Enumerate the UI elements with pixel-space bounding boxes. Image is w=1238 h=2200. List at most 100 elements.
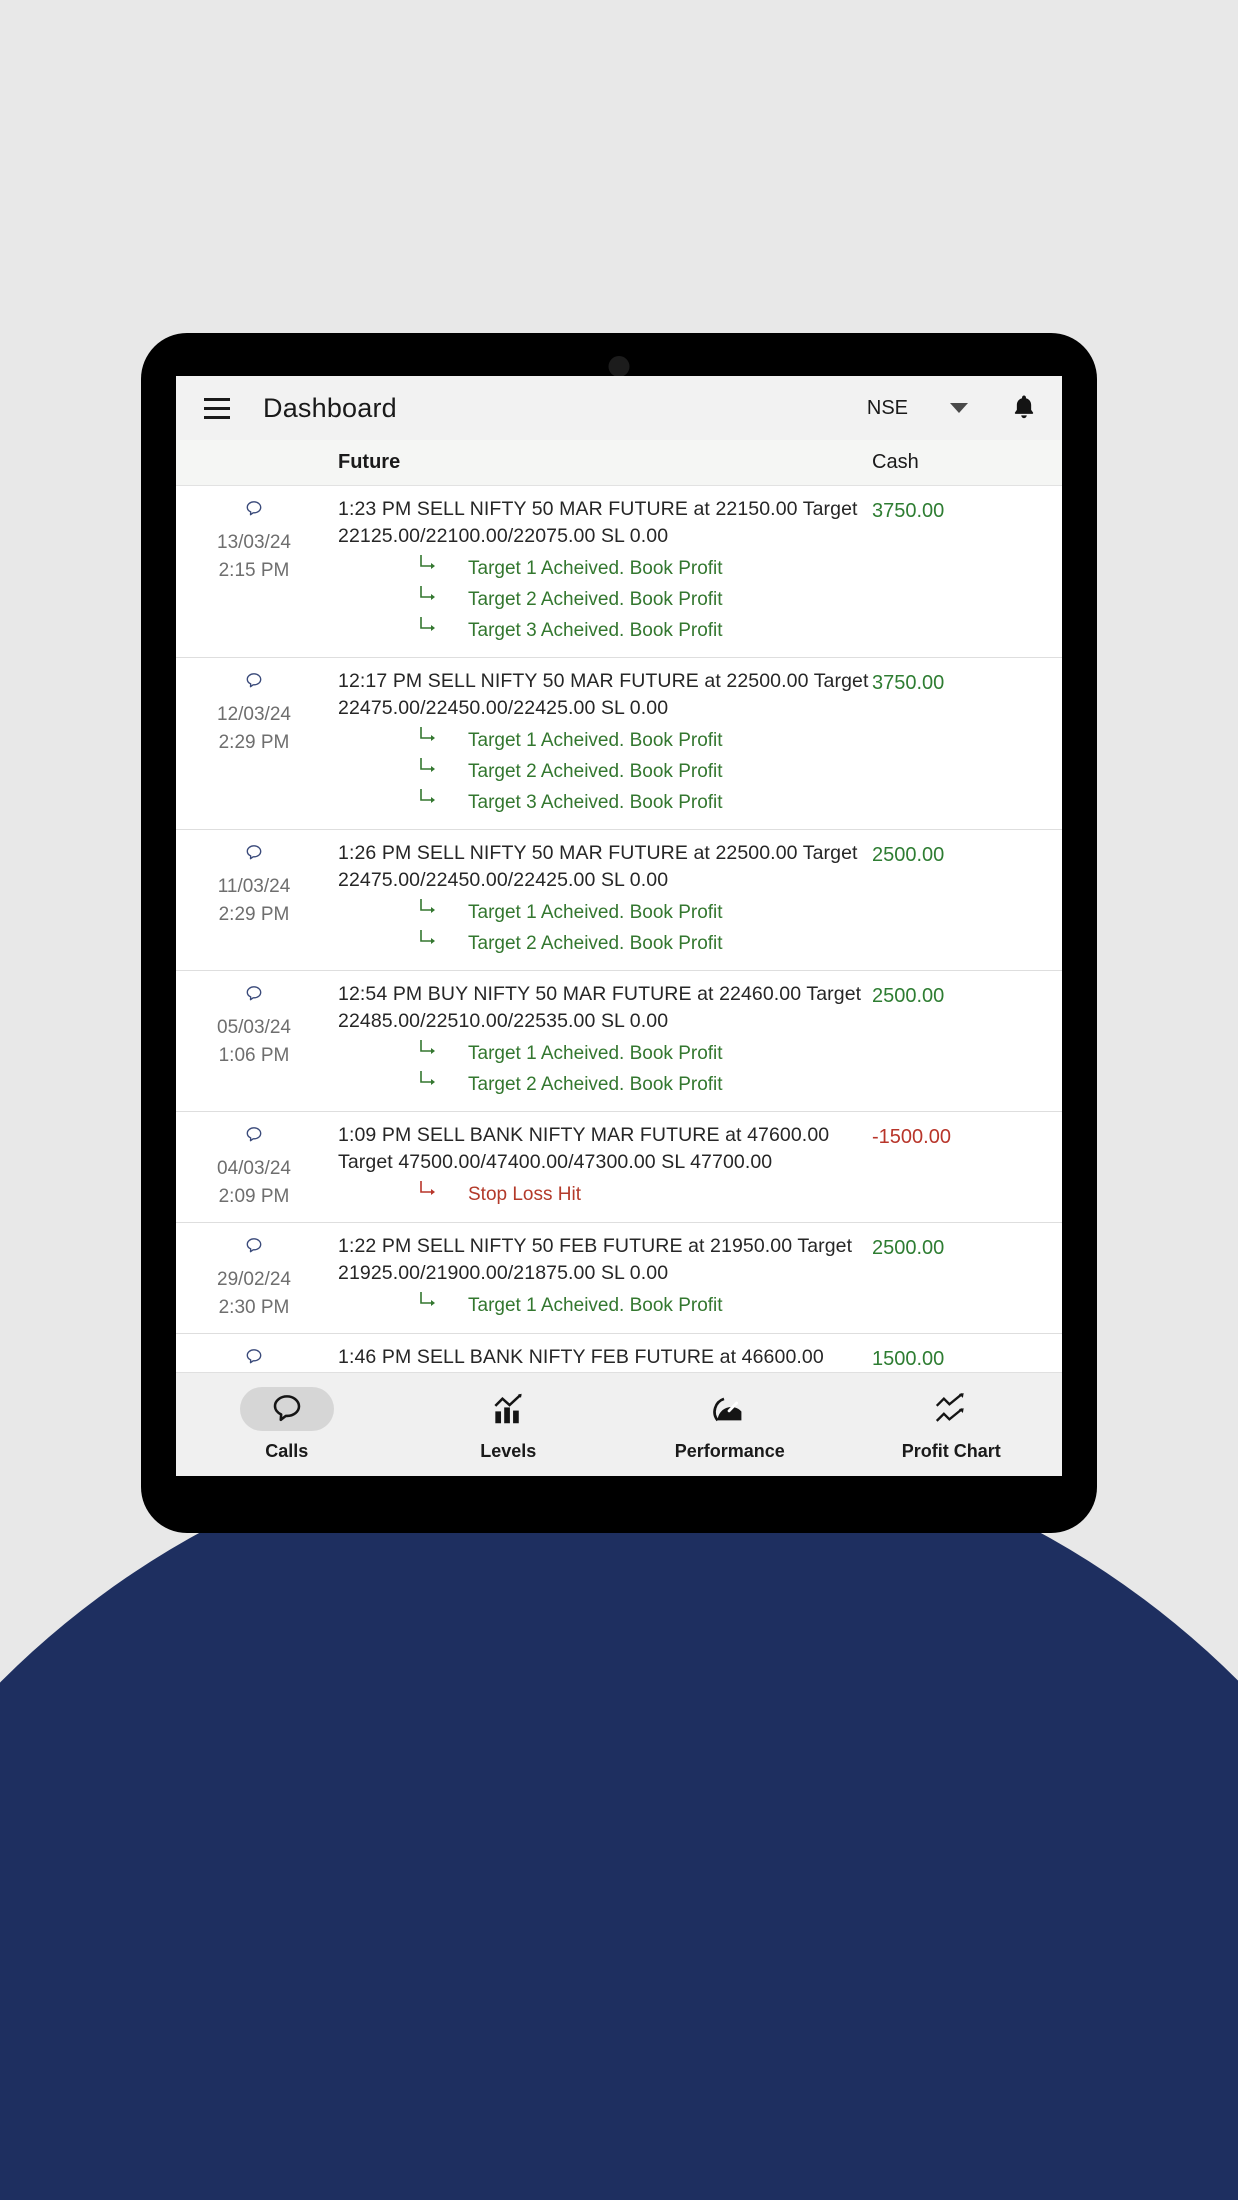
bell-icon[interactable] xyxy=(1008,392,1040,424)
trade-date: 11/03/24 xyxy=(217,876,291,897)
trade-amount-cell: 3750.00 xyxy=(872,496,1062,646)
trade-detail-cell: 1:23 PM SELL NIFTY 50 MAR FUTURE at 2215… xyxy=(332,496,872,646)
chat-bubble-icon[interactable] xyxy=(243,1346,265,1372)
table-row[interactable]: 04/03/24 2:09 PM 1:09 PM SELL BANK NIFTY M… xyxy=(176,1112,1062,1223)
table-row[interactable]: 13/03/24 2:15 PM 1:23 PM SELL NIFTY 50 MAR… xyxy=(176,486,1062,658)
column-header-cash: Cash xyxy=(872,451,919,473)
trade-event: Target 1 Acheived. Book Profit xyxy=(338,725,872,756)
trade-event: Stop Loss Hit xyxy=(338,1179,872,1210)
nav-item-label: Calls xyxy=(265,1441,309,1461)
bar-chart-icon[interactable] xyxy=(461,1387,555,1431)
trade-time: 2:15 PM xyxy=(218,560,290,581)
corner-arrow-icon xyxy=(418,756,440,787)
nav-item-profit-chart[interactable]: Profit Chart xyxy=(841,1387,1063,1462)
trade-time: 2:30 PM xyxy=(218,1297,290,1318)
chat-bubble-icon[interactable] xyxy=(243,498,265,525)
table-row[interactable]: 11/03/24 2:29 PM 1:26 PM SELL NIFTY 50 MAR… xyxy=(176,830,1062,971)
tablet-screen: Dashboard NSE Future Cash 13/03/24 2:15 … xyxy=(176,376,1062,1476)
bottom-navigation-bar: Calls Levels Performance Profit Chart xyxy=(176,1372,1062,1476)
nav-item-levels[interactable]: Levels xyxy=(398,1387,620,1462)
trade-amount: 2500.00 xyxy=(872,844,945,866)
trade-event: Target 2 Acheived. Book Profit xyxy=(338,756,872,787)
table-row[interactable]: 29/02/24 2:30 PM 1:22 PM SELL NIFTY 50 FEB… xyxy=(176,1223,1062,1334)
front-camera-icon xyxy=(608,356,630,377)
trade-amount-cell: -1500.00 xyxy=(872,1122,1062,1211)
trade-amount-cell: 3750.00 xyxy=(872,668,1062,818)
line-chart-icon[interactable] xyxy=(904,1387,998,1431)
trade-call-list[interactable]: 13/03/24 2:15 PM 1:23 PM SELL NIFTY 50 MAR… xyxy=(176,486,1062,1372)
trade-event: Target 1 Acheived. Book Profit xyxy=(338,553,872,584)
trade-detail-cell: 1:09 PM SELL BANK NIFTY MAR FUTURE at 47… xyxy=(332,1122,872,1211)
trade-amount: 3750.00 xyxy=(872,500,945,522)
trade-event-list: Target 1 Acheived. Book Profit Target 2 A… xyxy=(338,1038,872,1100)
trade-event: Target 3 Acheived. Book Profit xyxy=(338,787,872,818)
trade-detail-cell: 1:22 PM SELL NIFTY 50 FEB FUTURE at 2195… xyxy=(332,1233,872,1322)
corner-arrow-icon xyxy=(418,897,440,928)
nav-item-calls[interactable]: Calls xyxy=(176,1387,398,1462)
column-header-future: Future xyxy=(338,451,401,473)
trade-date-cell: 05/03/24 1:06 PM xyxy=(176,981,332,1100)
corner-arrow-icon xyxy=(418,615,440,646)
trade-amount-cell: 2500.00 xyxy=(872,1233,1062,1322)
trade-description: 1:26 PM SELL NIFTY 50 MAR FUTURE at 2250… xyxy=(338,842,858,891)
trade-date: 29/02/24 xyxy=(217,1269,291,1290)
trade-time: 2:09 PM xyxy=(218,1186,290,1207)
nav-item-label: Performance xyxy=(674,1441,785,1461)
trade-time: 2:29 PM xyxy=(218,732,290,753)
trade-event: Target 3 Acheived. Book Profit xyxy=(338,615,872,646)
trade-event: Target 2 Acheived. Book Profit xyxy=(338,1069,872,1100)
trade-date: 05/03/24 xyxy=(217,1017,291,1038)
trade-event: Target 2 Acheived. Book Profit xyxy=(338,928,872,959)
trade-amount: 3750.00 xyxy=(872,672,945,694)
trade-amount-cell: 2500.00 xyxy=(872,840,1062,959)
trade-detail-cell: 12:17 PM SELL NIFTY 50 MAR FUTURE at 225… xyxy=(332,668,872,818)
hamburger-menu-icon[interactable] xyxy=(196,387,238,429)
nav-item-label: Levels xyxy=(480,1441,537,1461)
trade-date-cell: 04/03/24 2:09 PM xyxy=(176,1122,332,1211)
corner-arrow-icon xyxy=(418,928,440,959)
trade-date: 12/03/24 xyxy=(217,704,291,725)
page-title: Dashboard xyxy=(263,392,397,423)
trade-amount: 1500.00 xyxy=(872,1348,945,1370)
trade-event-label: Target 2 Acheived. Book Profit xyxy=(468,1073,723,1095)
trade-event-list: Stop Loss Hit xyxy=(338,1179,872,1210)
table-row[interactable]: 12/03/24 2:29 PM 12:17 PM SELL NIFTY 50 MA… xyxy=(176,658,1062,830)
chat-bubble-icon[interactable] xyxy=(239,1387,334,1431)
nav-item-label: Profit Chart xyxy=(901,1441,1001,1461)
corner-arrow-icon xyxy=(418,1290,440,1321)
table-column-header: Future Cash xyxy=(176,440,1062,486)
chat-bubble-icon[interactable] xyxy=(243,670,265,697)
corner-arrow-icon xyxy=(418,584,440,615)
trade-event-label: Target 1 Acheived. Book Profit xyxy=(468,901,723,923)
trade-date: 04/03/24 xyxy=(217,1158,291,1179)
trade-description: 1:22 PM SELL NIFTY 50 FEB FUTURE at 2195… xyxy=(338,1235,853,1284)
nav-item-performance[interactable]: Performance xyxy=(619,1387,841,1462)
trade-event-list: Target 1 Acheived. Book Profit xyxy=(338,1290,872,1321)
trade-time: 1:06 PM xyxy=(218,1045,290,1066)
corner-arrow-icon xyxy=(418,1069,440,1100)
table-row[interactable]: 05/03/24 1:06 PM 12:54 PM BUY NIFTY 50 MAR… xyxy=(176,971,1062,1112)
chevron-down-icon xyxy=(950,403,968,413)
trade-date-cell: 12/03/24 2:29 PM xyxy=(176,668,332,818)
chat-bubble-icon[interactable] xyxy=(243,1235,265,1262)
trade-event-label: Target 1 Acheived. Book Profit xyxy=(468,1294,723,1316)
trade-event-list: Target 1 Acheived. Book Profit Target 2 A… xyxy=(338,553,872,646)
trade-time: 2:29 PM xyxy=(218,904,290,925)
chat-bubble-icon[interactable] xyxy=(243,1124,265,1151)
chat-bubble-icon[interactable] xyxy=(243,983,265,1010)
app-bar: Dashboard NSE xyxy=(176,376,1062,440)
trade-date-cell: 27/02/241:55 PM xyxy=(176,1344,332,1372)
trade-detail-cell: 12:54 PM BUY NIFTY 50 MAR FUTURE at 2246… xyxy=(332,981,872,1100)
exchange-dropdown[interactable]: NSE xyxy=(867,397,968,420)
table-row[interactable]: 27/02/241:55 PM 1:46 PM SELL BANK NIFTY F… xyxy=(176,1334,1062,1372)
trade-event-label: Stop Loss Hit xyxy=(468,1183,581,1205)
trade-description: 1:09 PM SELL BANK NIFTY MAR FUTURE at 47… xyxy=(338,1124,830,1173)
trade-event-list: Target 1 Acheived. Book Profit Target 2 A… xyxy=(338,725,872,818)
trade-amount: 2500.00 xyxy=(872,985,945,1007)
trade-event-label: Target 1 Acheived. Book Profit xyxy=(468,729,723,751)
speedometer-icon[interactable] xyxy=(683,1387,777,1431)
chat-bubble-icon[interactable] xyxy=(243,842,265,869)
corner-arrow-icon xyxy=(418,1038,440,1069)
trade-amount-cell: 1500.00 xyxy=(872,1344,1062,1372)
trade-event-label: Target 3 Acheived. Book Profit xyxy=(468,619,723,641)
